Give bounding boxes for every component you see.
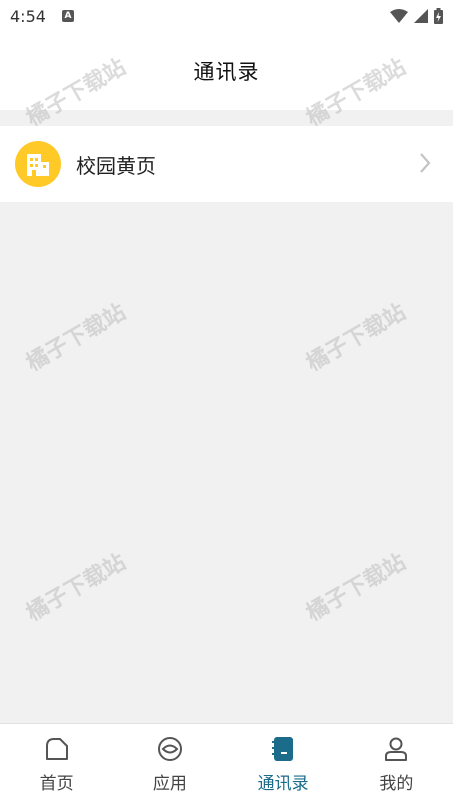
bottom-tab-bar: 首页 应用 通讯录 我的 <box>0 723 453 807</box>
notification-a-icon: A <box>61 10 74 22</box>
page-title: 通讯录 <box>193 60 260 84</box>
battery-icon <box>434 8 443 24</box>
tab-contacts[interactable]: 通讯录 <box>227 724 340 807</box>
tab-label: 首页 <box>39 774 74 794</box>
apps-icon <box>156 735 184 763</box>
header: 通讯录 <box>0 32 453 110</box>
user-icon <box>382 735 410 763</box>
home-icon <box>43 735 71 763</box>
list-item-campus-yellow-pages[interactable]: 校园黄页 <box>0 126 453 202</box>
signal-icon <box>414 9 428 23</box>
watermark: 橘子下载站 <box>22 299 131 377</box>
contacts-book-icon <box>269 735 297 763</box>
list-item-label: 校园黄页 <box>76 153 156 178</box>
tab-label: 通讯录 <box>257 774 309 794</box>
tab-label: 应用 <box>152 774 187 794</box>
status-time: 4:54 <box>10 6 46 26</box>
tab-home[interactable]: 首页 <box>0 724 113 807</box>
building-icon <box>15 141 61 187</box>
chevron-right-icon <box>420 153 431 173</box>
tab-mine[interactable]: 我的 <box>340 724 453 807</box>
watermark: 橘子下载站 <box>302 299 411 377</box>
tab-label: 我的 <box>379 774 414 794</box>
watermark: 橘子下载站 <box>22 549 131 627</box>
watermark: 橘子下载站 <box>302 549 411 627</box>
status-right <box>390 8 443 24</box>
tab-apps[interactable]: 应用 <box>113 724 226 807</box>
wifi-icon <box>390 9 408 23</box>
status-bar: 4:54 A <box>0 0 453 32</box>
